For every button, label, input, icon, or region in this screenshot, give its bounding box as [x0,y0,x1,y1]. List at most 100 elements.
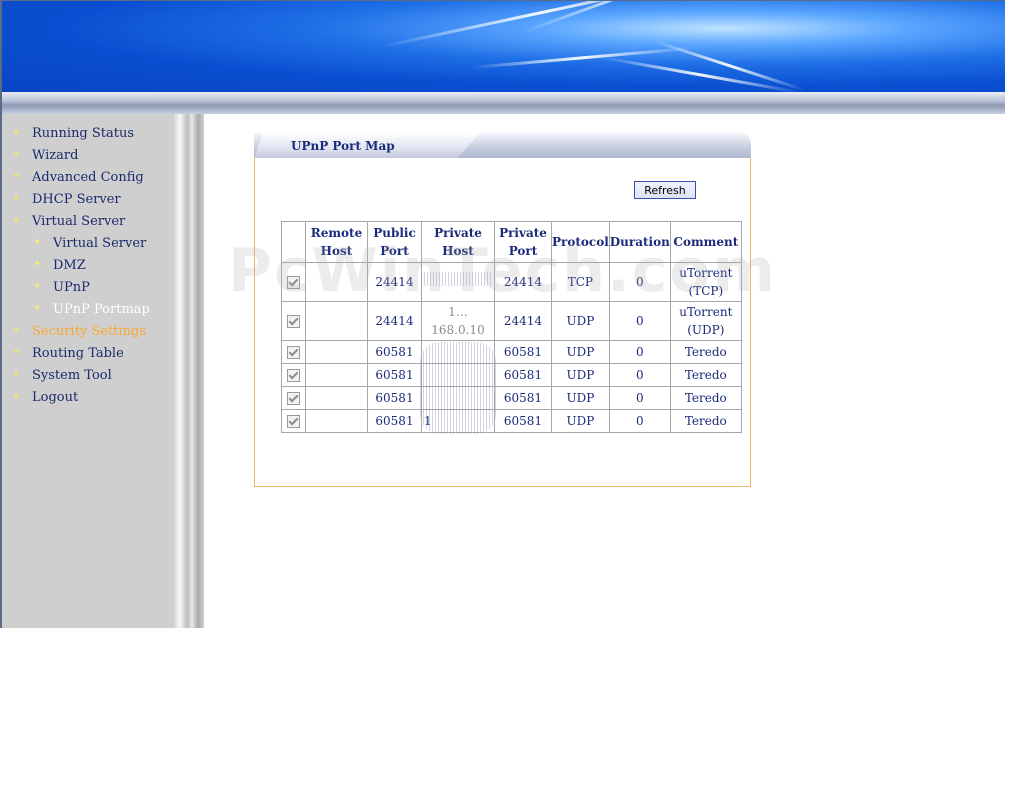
public-port-cell: 60581 [367,386,422,410]
star-icon: ✦ [33,237,42,248]
duration-cell: 0 [608,409,671,433]
protocol-cell: UDP [551,340,610,364]
private-host-cell: 1 [421,409,495,433]
header-duration: Duration [608,221,671,263]
comment-cell: uTorrent (UDP) [669,301,742,341]
nav-routing-table[interactable]: ✦ Routing Table [12,346,124,361]
private-port-cell: 60581 [494,363,552,387]
row-checkbox[interactable] [281,301,306,341]
row-checkbox[interactable] [281,340,306,364]
protocol-cell: UDP [551,363,610,387]
remote-host-cell [305,363,368,387]
comment-cell: uTorrent (TCP) [669,262,742,302]
header-protocol: Protocol [551,221,610,263]
sidebar-edge [174,114,204,628]
nav-advanced-config[interactable]: ✦ Advanced Config [12,170,144,185]
row-checkbox[interactable] [281,409,306,433]
row-checkbox[interactable] [281,386,306,410]
header-private-port: Private Port [494,221,552,263]
nav-dhcp-server[interactable]: ✦ DHCP Server [12,192,121,207]
row-checkbox[interactable] [281,262,306,302]
star-icon: ✦ [12,149,21,160]
table-row: 24414 24414 TCP 0 uTorrent (TCP) [281,262,742,302]
private-host-cell [421,262,495,302]
nav-running-status[interactable]: ✦ Running Status [12,126,134,141]
protocol-cell: UDP [551,386,610,410]
public-port-cell: 24414 [367,301,422,341]
protocol-cell: TCP [551,262,610,302]
panel-title: UPnP Port Map [291,139,395,153]
star-icon: ✦ [12,325,21,336]
star-icon: ✦ [12,171,21,182]
table-row: 24414 1…168.0.10 24414 UDP 0 uTorrent (U… [281,301,742,341]
remote-host-cell [305,262,368,302]
star-icon: ✦ [12,127,21,138]
header-public-port: Public Port [367,221,422,263]
private-host-cell [421,340,495,364]
protocol-cell: UDP [551,409,610,433]
star-icon: ✦ [12,347,21,358]
private-port-cell: 60581 [494,340,552,364]
remote-host-cell [305,301,368,341]
remote-host-cell [305,409,368,433]
header-private-host: Private Host [421,221,495,263]
table-row: 60581 60581 UDP 0 Teredo [281,386,742,410]
private-host-cell [421,363,495,387]
star-icon: ✦ [12,391,21,402]
header-divider-bar [0,92,1005,114]
duration-cell: 0 [608,386,671,410]
header-remote-host: Remote Host [305,221,368,263]
comment-cell: Teredo [669,363,742,387]
nav-sub-virtual-server[interactable]: ✦ Virtual Server [33,236,146,251]
nav-sub-upnp[interactable]: ✦ UPnP [33,280,90,295]
private-port-cell: 60581 [494,386,552,410]
private-port-cell: 24414 [494,262,552,302]
public-port-cell: 60581 [367,409,422,433]
nav-sub-upnp-portmap[interactable]: ✦ UPnP Portmap [33,302,150,317]
header-comment: Comment [669,221,742,263]
private-port-cell: 24414 [494,301,552,341]
nav-wizard[interactable]: ✦ Wizard [12,148,78,163]
row-checkbox[interactable] [281,363,306,387]
duration-cell: 0 [608,340,671,364]
checkbox-icon [287,346,300,359]
star-icon: ✦ [12,369,21,380]
public-port-cell: 60581 [367,363,422,387]
star-icon: ✦ [33,303,42,314]
public-port-cell: 60581 [367,340,422,364]
public-port-cell: 24414 [367,262,422,302]
comment-cell: Teredo [669,340,742,364]
private-host-cell [421,386,495,410]
refresh-button[interactable]: Refresh [634,181,696,199]
header-select [281,221,306,263]
upnp-port-table: Remote Host Public Port Private Host Pri… [281,221,742,433]
nav-system-tool[interactable]: ✦ System Tool [12,368,112,383]
duration-cell: 0 [608,301,671,341]
nav-sub-dmz[interactable]: ✦ DMZ [33,258,86,273]
duration-cell: 0 [608,262,671,302]
checkbox-icon [287,415,300,428]
star-icon: ✦ [12,215,21,226]
table-row: 60581 60581 UDP 0 Teredo [281,363,742,387]
protocol-cell: UDP [551,301,610,341]
duration-cell: 0 [608,363,671,387]
header-banner [0,0,1005,92]
star-icon: ✦ [33,259,42,270]
star-icon: ✦ [33,281,42,292]
nav-virtual-server[interactable]: ✦ Virtual Server [12,214,125,229]
checkbox-icon [287,369,300,382]
comment-cell: Teredo [669,409,742,433]
private-port-cell: 60581 [494,409,552,433]
checkbox-icon [287,315,300,328]
nav-security-settings[interactable]: ✦ Security Settings [12,324,146,339]
comment-cell: Teredo [669,386,742,410]
table-row: 60581 1 60581 UDP 0 Teredo [281,409,742,433]
star-icon: ✦ [12,193,21,204]
checkbox-icon [287,392,300,405]
remote-host-cell [305,386,368,410]
table-row: 60581 60581 UDP 0 Teredo [281,340,742,364]
private-host-cell: 1…168.0.10 [421,301,495,341]
nav-logout[interactable]: ✦ Logout [12,390,78,405]
remote-host-cell [305,340,368,364]
checkbox-icon [287,276,300,289]
